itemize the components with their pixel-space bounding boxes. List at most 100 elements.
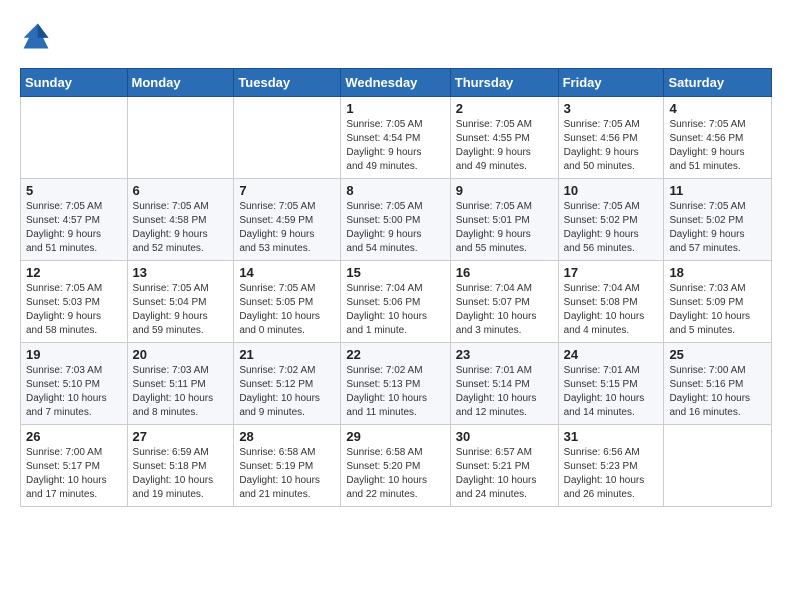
calendar-cell: 15 Sunrise: 7:04 AM Sunset: 5:06 PM Dayli… [341,261,450,343]
day-info: Sunrise: 7:05 AM Sunset: 5:00 PM Dayligh… [346,200,444,256]
day-info: Sunrise: 7:03 AM Sunset: 5:11 PM Dayligh… [133,364,229,420]
day-info: Sunrise: 7:04 AM Sunset: 5:07 PM Dayligh… [456,282,553,338]
day-number: 13 [133,265,229,280]
day-number: 29 [346,429,444,444]
calendar-cell: 24 Sunrise: 7:01 AM Sunset: 5:15 PM Dayli… [558,343,664,425]
day-info: Sunrise: 7:05 AM Sunset: 4:55 PM Dayligh… [456,118,553,174]
calendar-table: SundayMondayTuesdayWednesdayThursdayFrid… [20,68,772,507]
weekday-header: Thursday [450,69,558,97]
weekday-header: Tuesday [234,69,341,97]
calendar-cell: 27 Sunrise: 6:59 AM Sunset: 5:18 PM Dayli… [127,425,234,507]
calendar-cell [664,425,772,507]
calendar-cell: 28 Sunrise: 6:58 AM Sunset: 5:19 PM Dayli… [234,425,341,507]
day-info: Sunrise: 6:57 AM Sunset: 5:21 PM Dayligh… [456,446,553,502]
day-number: 28 [239,429,335,444]
day-number: 30 [456,429,553,444]
day-number: 12 [26,265,122,280]
calendar-cell: 8 Sunrise: 7:05 AM Sunset: 5:00 PM Daylig… [341,179,450,261]
calendar-cell: 16 Sunrise: 7:04 AM Sunset: 5:07 PM Dayli… [450,261,558,343]
day-info: Sunrise: 7:04 AM Sunset: 5:06 PM Dayligh… [346,282,444,338]
calendar-cell: 17 Sunrise: 7:04 AM Sunset: 5:08 PM Dayli… [558,261,664,343]
calendar-cell: 23 Sunrise: 7:01 AM Sunset: 5:14 PM Dayli… [450,343,558,425]
weekday-header: Monday [127,69,234,97]
day-info: Sunrise: 7:05 AM Sunset: 4:57 PM Dayligh… [26,200,122,256]
calendar-cell [127,97,234,179]
day-info: Sunrise: 7:05 AM Sunset: 5:02 PM Dayligh… [669,200,766,256]
day-number: 1 [346,101,444,116]
calendar-cell: 31 Sunrise: 6:56 AM Sunset: 5:23 PM Dayli… [558,425,664,507]
day-number: 10 [564,183,659,198]
calendar-week-row: 12 Sunrise: 7:05 AM Sunset: 5:03 PM Dayli… [21,261,772,343]
calendar-cell: 7Sunrise: 7:05 AM Sunset: 4:59 PM Daylig… [234,179,341,261]
day-number: 9 [456,183,553,198]
day-number: 21 [239,347,335,362]
day-info: Sunrise: 7:05 AM Sunset: 4:56 PM Dayligh… [564,118,659,174]
calendar-week-row: 19Sunrise: 7:03 AM Sunset: 5:10 PM Dayli… [21,343,772,425]
day-info: Sunrise: 7:05 AM Sunset: 5:03 PM Dayligh… [26,282,122,338]
calendar-cell: 18 Sunrise: 7:03 AM Sunset: 5:09 PM Dayli… [664,261,772,343]
calendar-header-row: SundayMondayTuesdayWednesdayThursdayFrid… [21,69,772,97]
day-number: 24 [564,347,659,362]
day-number: 15 [346,265,444,280]
day-number: 23 [456,347,553,362]
day-number: 26 [26,429,122,444]
day-info: Sunrise: 7:03 AM Sunset: 5:10 PM Dayligh… [26,364,122,420]
day-number: 8 [346,183,444,198]
weekday-header: Saturday [664,69,772,97]
calendar-cell: 4Sunrise: 7:05 AM Sunset: 4:56 PM Daylig… [664,97,772,179]
weekday-header: Sunday [21,69,128,97]
calendar-cell: 22Sunrise: 7:02 AM Sunset: 5:13 PM Dayli… [341,343,450,425]
calendar-cell: 5 Sunrise: 7:05 AM Sunset: 4:57 PM Daylig… [21,179,128,261]
calendar-cell: 19Sunrise: 7:03 AM Sunset: 5:10 PM Dayli… [21,343,128,425]
day-number: 2 [456,101,553,116]
calendar-cell [21,97,128,179]
day-number: 27 [133,429,229,444]
calendar-cell: 12 Sunrise: 7:05 AM Sunset: 5:03 PM Dayli… [21,261,128,343]
day-info: Sunrise: 7:04 AM Sunset: 5:08 PM Dayligh… [564,282,659,338]
calendar-cell: 20 Sunrise: 7:03 AM Sunset: 5:11 PM Dayli… [127,343,234,425]
calendar-cell: 3 Sunrise: 7:05 AM Sunset: 4:56 PM Daylig… [558,97,664,179]
calendar-cell: 2 Sunrise: 7:05 AM Sunset: 4:55 PM Daylig… [450,97,558,179]
day-info: Sunrise: 7:01 AM Sunset: 5:14 PM Dayligh… [456,364,553,420]
day-number: 18 [669,265,766,280]
calendar-cell: 26Sunrise: 7:00 AM Sunset: 5:17 PM Dayli… [21,425,128,507]
day-number: 31 [564,429,659,444]
weekday-header: Friday [558,69,664,97]
day-number: 4 [669,101,766,116]
day-number: 14 [239,265,335,280]
day-number: 22 [346,347,444,362]
calendar-cell: 29 Sunrise: 6:58 AM Sunset: 5:20 PM Dayli… [341,425,450,507]
day-number: 11 [669,183,766,198]
day-info: Sunrise: 7:05 AM Sunset: 5:02 PM Dayligh… [564,200,659,256]
day-number: 20 [133,347,229,362]
day-info: Sunrise: 7:02 AM Sunset: 5:12 PM Dayligh… [239,364,335,420]
calendar-cell [234,97,341,179]
day-number: 6 [133,183,229,198]
weekday-header: Wednesday [341,69,450,97]
calendar-cell: 30 Sunrise: 6:57 AM Sunset: 5:21 PM Dayli… [450,425,558,507]
calendar-week-row: 1Sunrise: 7:05 AM Sunset: 4:54 PM Daylig… [21,97,772,179]
page-header [20,20,772,52]
calendar-cell: 1Sunrise: 7:05 AM Sunset: 4:54 PM Daylig… [341,97,450,179]
day-number: 3 [564,101,659,116]
calendar-cell: 21 Sunrise: 7:02 AM Sunset: 5:12 PM Dayli… [234,343,341,425]
day-number: 25 [669,347,766,362]
day-info: Sunrise: 6:58 AM Sunset: 5:20 PM Dayligh… [346,446,444,502]
calendar-week-row: 26Sunrise: 7:00 AM Sunset: 5:17 PM Dayli… [21,425,772,507]
calendar-cell: 10 Sunrise: 7:05 AM Sunset: 5:02 PM Dayli… [558,179,664,261]
day-info: Sunrise: 7:03 AM Sunset: 5:09 PM Dayligh… [669,282,766,338]
day-info: Sunrise: 7:01 AM Sunset: 5:15 PM Dayligh… [564,364,659,420]
day-info: Sunrise: 7:05 AM Sunset: 5:01 PM Dayligh… [456,200,553,256]
day-info: Sunrise: 7:05 AM Sunset: 4:58 PM Dayligh… [133,200,229,256]
day-info: Sunrise: 6:56 AM Sunset: 5:23 PM Dayligh… [564,446,659,502]
day-info: Sunrise: 7:05 AM Sunset: 5:05 PM Dayligh… [239,282,335,338]
day-info: Sunrise: 7:00 AM Sunset: 5:16 PM Dayligh… [669,364,766,420]
calendar-week-row: 5 Sunrise: 7:05 AM Sunset: 4:57 PM Daylig… [21,179,772,261]
logo-icon [20,20,52,52]
day-number: 16 [456,265,553,280]
day-number: 17 [564,265,659,280]
day-number: 5 [26,183,122,198]
day-info: Sunrise: 6:59 AM Sunset: 5:18 PM Dayligh… [133,446,229,502]
day-number: 7 [239,183,335,198]
day-info: Sunrise: 6:58 AM Sunset: 5:19 PM Dayligh… [239,446,335,502]
